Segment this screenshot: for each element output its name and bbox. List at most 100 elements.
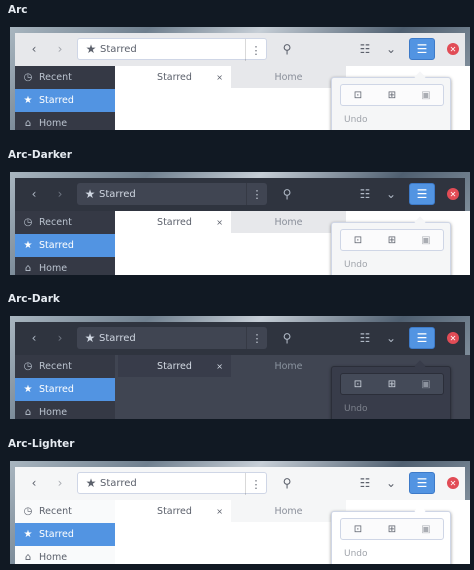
menu-button[interactable]: ☰ <box>409 472 435 494</box>
new-folder-button[interactable]: ▣ <box>409 230 443 250</box>
sidebar-item-home[interactable]: ⌂ Home <box>15 112 115 130</box>
popover-button-group: ⊡ ⊞ ▣ <box>340 84 444 106</box>
sidebar: ◷ Recent ★ Starred ⌂ Home <box>15 500 115 564</box>
undo-menu-item[interactable]: Undo <box>344 549 368 559</box>
sidebar-item-recent[interactable]: ◷ Recent <box>15 66 115 89</box>
kebab-menu-icon[interactable]: ⋮ <box>246 327 267 349</box>
search-button[interactable]: ⚲ <box>277 472 297 494</box>
sidebar-item-home[interactable]: ⌂ Home <box>15 401 115 419</box>
tab-close-icon[interactable]: × <box>216 73 223 82</box>
sidebar-item-home[interactable]: ⌂ Home <box>15 257 115 275</box>
back-button[interactable]: ‹ <box>25 472 43 494</box>
view-list-button[interactable]: ☷ <box>355 183 375 205</box>
path-label: Starred <box>100 477 137 489</box>
section-title: Arc-Lighter <box>8 438 75 450</box>
tab-starred[interactable]: Starred × <box>118 66 231 88</box>
kebab-menu-icon[interactable]: ⋮ <box>245 39 266 61</box>
sidebar-item-starred[interactable]: ★ Starred <box>15 234 115 257</box>
tab-home[interactable]: Home <box>231 355 346 377</box>
tab-close-icon[interactable]: × <box>216 362 223 371</box>
sidebar-item-home[interactable]: ⌂ Home <box>15 546 115 564</box>
back-button[interactable]: ‹ <box>25 38 43 60</box>
new-folder-button[interactable]: ▣ <box>409 374 443 394</box>
sidebar-item-label: Recent <box>39 361 72 372</box>
view-options-button[interactable]: ⌄ <box>381 472 401 494</box>
new-folder-button[interactable]: ▣ <box>409 519 443 539</box>
path-label: Starred <box>99 332 136 344</box>
back-button[interactable]: ‹ <box>25 327 43 349</box>
path-bar[interactable]: ★ Starred ⋮ <box>77 472 267 495</box>
tab-label: Home <box>274 505 303 517</box>
popover-button-group: ⊡ ⊞ ▣ <box>340 229 444 251</box>
sidebar-item-starred[interactable]: ★ Starred <box>15 378 115 401</box>
new-tab-button[interactable]: ⊞ <box>375 519 409 539</box>
forward-button[interactable]: › <box>51 38 69 60</box>
sidebar-item-starred[interactable]: ★ Starred <box>15 89 115 112</box>
chevron-left-icon: ‹ <box>31 42 37 56</box>
header-bar: ‹ › ★ Starred ⋮ ⚲ ☷ ⌄ ☰ ✕ <box>15 178 465 211</box>
menu-button[interactable]: ☰ <box>409 327 435 349</box>
tab-starred[interactable]: Starred × <box>118 500 231 522</box>
path-bar[interactable]: ★ Starred ⋮ <box>77 183 267 205</box>
sidebar-item-starred[interactable]: ★ Starred <box>15 523 115 546</box>
back-button[interactable]: ‹ <box>25 183 43 205</box>
search-icon: ⚲ <box>282 331 292 345</box>
view-list-button[interactable]: ☷ <box>355 38 375 60</box>
path-bar[interactable]: ★ Starred ⋮ <box>77 327 267 349</box>
new-folder-icon: ▣ <box>421 234 431 246</box>
path-bar[interactable]: ★ Starred ⋮ <box>77 38 267 61</box>
close-button[interactable]: ✕ <box>447 332 459 344</box>
search-button[interactable]: ⚲ <box>277 183 297 205</box>
close-button[interactable]: ✕ <box>447 188 459 200</box>
home-icon: ⌂ <box>24 407 32 418</box>
chevron-right-icon: › <box>57 331 63 345</box>
star-icon: ★ <box>85 42 97 56</box>
new-folder-button[interactable]: ▣ <box>409 85 443 105</box>
menu-button[interactable]: ☰ <box>409 38 435 60</box>
menu-button[interactable]: ☰ <box>409 183 435 205</box>
search-button[interactable]: ⚲ <box>277 327 297 349</box>
search-button[interactable]: ⚲ <box>277 38 297 60</box>
new-window-icon: ⊡ <box>353 523 363 535</box>
new-tab-button[interactable]: ⊞ <box>375 85 409 105</box>
section-title: Arc-Darker <box>8 149 72 161</box>
sidebar-item-recent[interactable]: ◷ Recent <box>15 500 115 523</box>
chevron-left-icon: ‹ <box>31 476 37 490</box>
view-list-button[interactable]: ☷ <box>355 472 375 494</box>
new-window-button[interactable]: ⊡ <box>341 519 375 539</box>
undo-menu-item[interactable]: Undo <box>344 404 368 414</box>
forward-button[interactable]: › <box>51 472 69 494</box>
tab-close-icon[interactable]: × <box>216 507 223 516</box>
forward-button[interactable]: › <box>51 327 69 349</box>
view-options-button[interactable]: ⌄ <box>381 327 401 349</box>
tab-home[interactable]: Home <box>231 211 346 233</box>
close-button[interactable]: ✕ <box>447 43 459 55</box>
sidebar-item-recent[interactable]: ◷ Recent <box>15 211 115 234</box>
kebab-menu-icon[interactable]: ⋮ <box>246 183 267 205</box>
star-icon: ★ <box>84 331 96 345</box>
view-options-button[interactable]: ⌄ <box>381 38 401 60</box>
close-button[interactable]: ✕ <box>447 477 459 489</box>
new-tab-icon: ⊞ <box>387 89 397 101</box>
sidebar-item-label: Starred <box>39 240 74 251</box>
tab-home[interactable]: Home <box>231 500 346 522</box>
view-options-button[interactable]: ⌄ <box>381 183 401 205</box>
new-folder-icon: ▣ <box>421 523 431 535</box>
undo-menu-item[interactable]: Undo <box>344 115 368 125</box>
new-window-button[interactable]: ⊡ <box>341 85 375 105</box>
tab-label: Starred <box>157 216 192 228</box>
kebab-menu-icon[interactable]: ⋮ <box>245 473 266 495</box>
new-tab-button[interactable]: ⊞ <box>375 230 409 250</box>
tab-close-icon[interactable]: × <box>216 218 223 227</box>
view-list-button[interactable]: ☷ <box>355 327 375 349</box>
new-window-button[interactable]: ⊡ <box>341 230 375 250</box>
tab-starred[interactable]: Starred × <box>118 355 231 377</box>
new-tab-button[interactable]: ⊞ <box>375 374 409 394</box>
undo-menu-item[interactable]: Undo <box>344 260 368 270</box>
tab-home[interactable]: Home <box>231 66 346 88</box>
tab-starred[interactable]: Starred × <box>118 211 231 233</box>
forward-button[interactable]: › <box>51 183 69 205</box>
new-window-button[interactable]: ⊡ <box>341 374 375 394</box>
menu-popover: ⊡ ⊞ ▣ Undo <box>331 360 451 419</box>
sidebar-item-recent[interactable]: ◷ Recent <box>15 355 115 378</box>
